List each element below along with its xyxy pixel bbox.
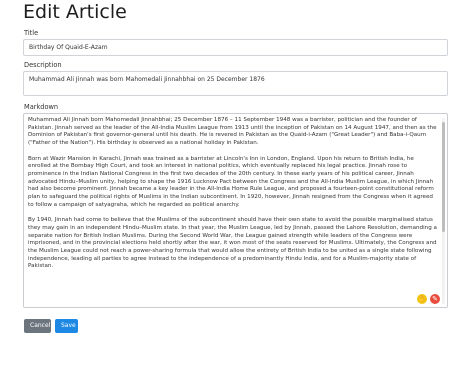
scrollbar-thumb[interactable] — [442, 122, 445, 232]
title-input[interactable]: Birthday Of Quaid-E-Azam — [23, 39, 448, 56]
markdown-paragraph: Muhammad Ali Jinnah born Mahomedali Jinn… — [28, 117, 437, 147]
grammar-check-icon[interactable]: ✎ — [430, 294, 440, 304]
title-label: Title — [24, 29, 39, 37]
markdown-paragraph: Born at Wazir Mansion in Karachi, Jinnah… — [28, 155, 434, 208]
markdown-label: Markdown — [24, 103, 59, 111]
description-label: Description — [24, 61, 62, 69]
page-title: Edit Article — [23, 1, 127, 23]
edit-article-page: Edit Article Title Birthday Of Quaid-E-A… — [0, 0, 474, 365]
hand-icon[interactable]: ✋ — [417, 294, 427, 304]
save-button[interactable]: Save — [55, 319, 78, 333]
markdown-textarea[interactable]: Muhammad Ali Jinnah born Mahomedali Jinn… — [23, 113, 448, 308]
description-textarea[interactable]: Muhammad Ali Jinnah was born Mahomedali … — [23, 71, 448, 96]
markdown-content: Muhammad Ali Jinnah born Mahomedali Jinn… — [28, 117, 438, 279]
markdown-paragraph: By 1940, Jinnah had come to believe that… — [28, 217, 437, 270]
cancel-button[interactable]: Cancel — [24, 319, 51, 333]
